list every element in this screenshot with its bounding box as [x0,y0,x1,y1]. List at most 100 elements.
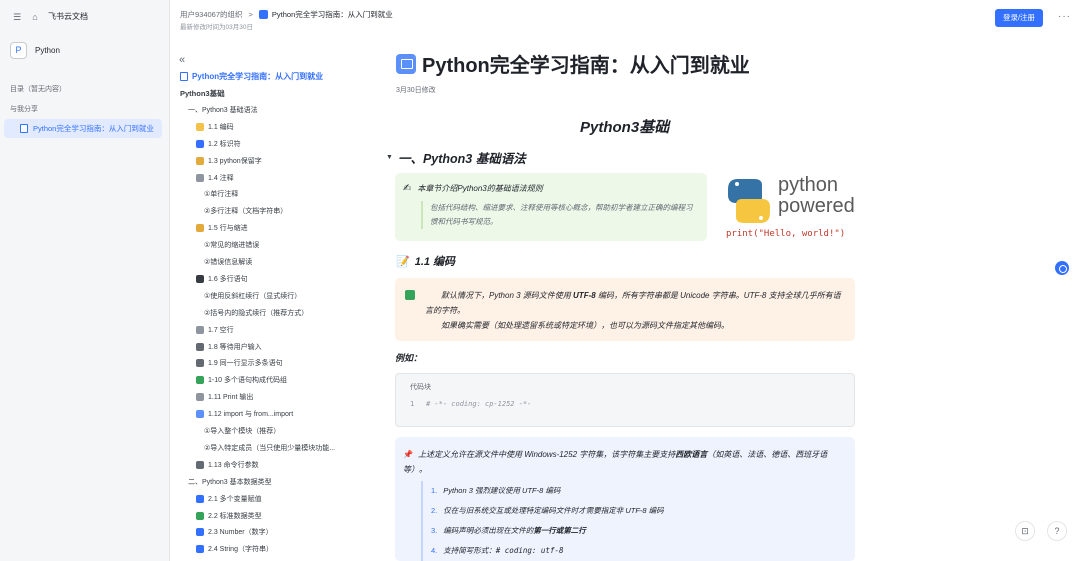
outline-emoji-icon [196,156,204,165]
outline-item[interactable]: 1.1 编码 [196,122,234,132]
encoding-callout: 默认情况下，Python 3 源码文件使用 UTF-8 编码，所有字符串都是 U… [395,278,855,341]
modified-date: 3月30日修改 [396,87,436,94]
sidebar-toggle-icon[interactable]: ☰ [12,12,22,22]
outline-item-label: ②多行注释（文档字符串） [204,208,288,216]
list-number: 4. [431,546,438,555]
list-text: Python 3 强烈建议使用 UTF-8 编码 [443,486,561,495]
outline-emoji-icon [196,325,204,334]
outline-item[interactable]: ②导入特定成员（当只使用少量模块功能... [204,443,335,453]
outline-item-label: Python3基础 [180,89,225,98]
outline-emoji-icon [196,122,204,131]
code-line: # -*- coding: cp-1252 -*- [426,400,532,408]
outline-emoji-icon [196,342,204,351]
login-button[interactable]: 登录/注册 [995,9,1043,27]
outline-emoji-icon [196,460,204,469]
breadcrumb-org[interactable]: 用户934067的组织 [180,9,243,20]
outline-item[interactable]: 一、Python3 基础语法 [188,105,258,115]
outline-item[interactable]: ①单行注释 [204,189,238,199]
outline-item[interactable]: 1.6 多行语句 [196,274,248,284]
outline-emoji-icon [196,393,204,402]
outline-item[interactable]: ①导入整个模块（推荐） [204,426,280,436]
outline-item[interactable]: 二、Python3 基本数据类型 [188,477,272,487]
outline-item[interactable]: ②错误信息解读 [204,257,252,267]
intro-callout: ✍ 本章节介绍Python3的基础语法规则 包括代码结构、缩进要求、注释使用等核… [395,173,707,241]
outline-item[interactable]: 1.4 注释 [196,173,234,183]
outline-emoji-icon [196,511,204,520]
outline-item-label: 1.3 python保留字 [208,157,262,165]
note-heading: 📌 上述定义允许在源文件中使用 Windows-1252 字符集，该字符集主要支持… [403,450,828,474]
outline-item-label: 1.13 命令行参数 [208,461,259,469]
outline-item[interactable]: 2.2 标准数据类型 [196,511,262,521]
python-powered-text: python powered [778,175,855,217]
outline-emoji-icon [196,410,204,419]
outline-item[interactable]: 1.12 import 与 from...import [196,409,293,419]
breadcrumb-doc-label: Python完全学习指南：从入门到就业 [271,10,393,19]
outline-emoji-icon [196,224,204,233]
outline-item-label: ①导入整个模块（推荐） [204,428,281,435]
outline-item[interactable]: 1.9 同一行显示多条语句 [196,358,283,368]
app-name[interactable]: 飞书云文档 [48,11,88,22]
doc-info-icon[interactable]: ⊡ [1015,521,1035,541]
outline-item[interactable]: ①使用反斜杠续行（显式续行） [204,291,301,301]
toc-label: 目录（暂无内容） [10,86,66,93]
outline-emoji-icon [196,274,204,283]
note-callout: 📌 上述定义允许在源文件中使用 Windows-1252 字符集，该字符集主要支持… [395,437,855,561]
outline-item[interactable]: 1.3 python保留字 [196,156,262,166]
pen-icon: ✍ [403,183,412,194]
code-block[interactable]: 代码块 1 # -*- coding: cp-1252 -*- [395,373,855,427]
outline-item-label: 1.11 Print 输出 [208,394,254,402]
left-sidebar: ☰ ⌂ 飞书云文档 P Python 目录（暂无内容） 与我分享 Python完… [0,0,170,561]
more-icon[interactable]: ··· [1058,11,1071,22]
list-text: 仅在与旧系统交互或处理特定编码文件时才需要指定非 UTF-8 编码 [443,506,664,515]
outline-item[interactable]: 1.2 标识符 [196,139,241,149]
outline-item[interactable]: 1.7 空行 [196,325,234,335]
list-item: 2. 仅在与旧系统交互或处理特定编码文件时才需要指定非 UTF-8 编码 [431,501,664,521]
outline-item[interactable]: 1-10 多个语句构成代码组 [196,375,287,385]
page-title: Python完全学习指南：从入门到就业 [396,49,750,78]
list-number: 3. [431,526,438,535]
heading-1: Python3基础 [580,119,670,136]
outline-item-label: 1.6 多行语句 [208,275,248,283]
page-title-text: Python完全学习指南：从入门到就业 [422,55,750,77]
home-icon[interactable]: ⌂ [30,12,40,22]
list-number: 1. [431,486,438,495]
heading-3-text: 1.1 编码 [414,256,456,268]
python-logo-line2: powered [778,195,855,217]
ai-assistant-icon[interactable] [1055,261,1069,275]
outline-item[interactable]: 2.1 多个变量赋值 [196,494,262,504]
code-line-number: 1 [410,400,415,408]
space-header[interactable]: P Python [10,42,60,59]
pin-icon: 📌 [403,450,413,459]
code-block-label: 代码块 [410,384,431,391]
breadcrumb-current[interactable]: Python完全学习指南：从入门到就业 [258,9,393,20]
heading-3: 📝 1.1 编码 [396,253,455,269]
note-list: 1. Python 3 强烈建议使用 UTF-8 编码 2. 仅在与旧系统交互或处理特… [421,481,664,561]
outline-item-label: ②错误信息解读 [204,259,253,266]
intro-body: 包括代码结构、缩进要求、注释使用等核心概念，帮助初学者建立正确的编程习惯和代码书… [421,201,699,229]
outline-item[interactable]: Python3基础 [180,88,225,99]
collapse-triangle-icon[interactable]: ▼ [386,154,393,161]
sidebar-item-label: Python完全学习指南：从入门到就业 [33,124,154,133]
encoding-paragraph-2: 如果确实需要（如处理遗留系统或特定环境），也可以为源码文件指定其他编码。 [441,321,729,330]
collapse-outline-icon[interactable]: « [179,54,185,66]
outline-item[interactable]: 1.13 命令行参数 [196,460,259,470]
list-item: 3. 编码声明必须出现在文件的第一行或第二行 [431,521,664,541]
outline-item[interactable]: 1.8 等待用户输入 [196,342,262,352]
outline-item[interactable]: 2.4 String（字符串） [196,544,273,554]
help-icon[interactable]: ? [1047,521,1067,541]
doc-icon [20,124,28,133]
list-number: 2. [431,506,438,515]
outline-item[interactable]: ①常见的缩进错误 [204,240,259,250]
outline-item[interactable]: ②多行注释（文档字符串） [204,206,287,216]
outline-item-title[interactable]: Python完全学习指南：从入门到就业 [180,71,323,82]
outline-item-label: ①单行注释 [204,191,239,199]
outline-item[interactable]: 2.3 Number（数字） [196,527,273,537]
list-text: 编码声明必须出现在文件的 [443,526,534,535]
outline-item[interactable]: ②括号内的隐式续行（推荐方式） [204,308,308,318]
sidebar-item-shared-doc[interactable]: Python完全学习指南：从入门到就业 [4,119,162,138]
outline-item-label: 1-10 多个语句构成代码组 [208,377,287,385]
outline-item[interactable]: 1.5 行与缩进 [196,223,248,233]
sidebar-header: ☰ ⌂ 飞书云文档 [12,11,88,22]
outline-item[interactable]: 1.11 Print 输出 [196,392,253,402]
outline-item-label: 一、Python3 基础语法 [188,106,258,114]
